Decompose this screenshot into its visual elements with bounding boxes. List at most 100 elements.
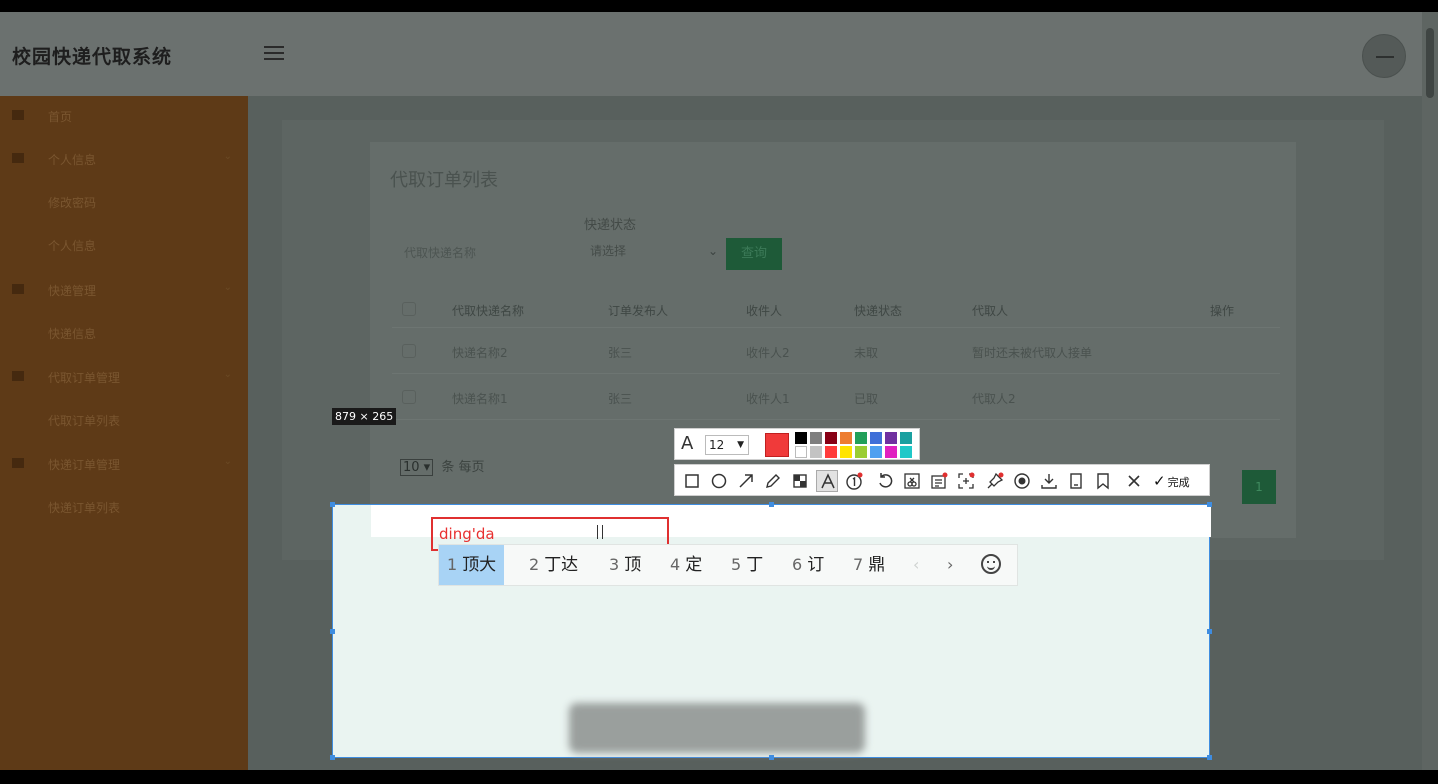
candidate-text: 顶大 xyxy=(462,555,497,575)
page-button[interactable]: 1 xyxy=(1242,470,1276,504)
color-swatch[interactable] xyxy=(855,446,867,458)
download-icon[interactable] xyxy=(1038,470,1060,492)
page-scrollbar[interactable] xyxy=(1422,12,1438,770)
status-select[interactable]: 请选择 ⌄ xyxy=(590,242,718,268)
ime-candidate[interactable]: 5丁 xyxy=(731,545,763,585)
resize-handle[interactable] xyxy=(330,629,335,634)
color-swatch[interactable] xyxy=(825,432,837,444)
color-swatch[interactable] xyxy=(885,432,897,444)
record-icon[interactable] xyxy=(1011,470,1033,492)
cell-publisher: 张三 xyxy=(608,346,633,360)
capture-selection[interactable]: ding'da xyxy=(330,502,1212,760)
ellipse-icon[interactable] xyxy=(708,470,730,492)
candidate-text: 丁 xyxy=(746,555,764,575)
sidebar-item-express-info[interactable]: 快递信息 xyxy=(0,313,248,353)
resize-handle[interactable] xyxy=(330,502,335,507)
color-swatch[interactable] xyxy=(840,446,852,458)
close-icon[interactable] xyxy=(1123,470,1145,492)
resize-handle[interactable] xyxy=(1207,502,1212,507)
copy-icon[interactable] xyxy=(1065,470,1087,492)
ime-candidate[interactable]: 6订 xyxy=(792,545,824,585)
column-header: 快递状态 xyxy=(854,304,903,318)
list-icon xyxy=(12,371,24,381)
sidebar-group-pickup-orders[interactable]: 代取订单管理 ⌄ xyxy=(0,357,248,397)
done-button[interactable]: ✓ 完成 xyxy=(1153,470,1190,492)
bookmark-icon[interactable] xyxy=(1092,470,1114,492)
color-swatch[interactable] xyxy=(825,446,837,458)
sidebar-item-express-order-list[interactable]: 快递订单列表 xyxy=(0,487,248,527)
sidebar-item-change-password[interactable]: 修改密码 xyxy=(0,182,248,222)
color-swatch[interactable] xyxy=(900,446,912,458)
sidebar-item-label: 快递订单管理 xyxy=(48,458,121,472)
ocr-icon[interactable] xyxy=(928,470,950,492)
done-label: 完成 xyxy=(1167,476,1190,489)
color-swatch[interactable] xyxy=(885,446,897,458)
row-checkbox[interactable] xyxy=(402,390,416,404)
ime-candidate-bar: 1 顶大 2 丁达 3顶 4定 5丁 6订 7鼎 ‹ › xyxy=(438,544,1018,586)
ime-candidate[interactable]: 1 顶大 xyxy=(439,545,505,585)
row-checkbox[interactable] xyxy=(402,344,416,358)
sidebar-group-profile[interactable]: 个人信息 ⌄ xyxy=(0,139,248,179)
ime-next-icon[interactable]: › xyxy=(947,545,953,585)
resize-handle[interactable] xyxy=(1207,755,1212,760)
ime-candidate[interactable]: 3顶 xyxy=(609,545,641,585)
number-marker-icon[interactable] xyxy=(843,470,865,492)
ime-candidate[interactable]: 4定 xyxy=(670,545,702,585)
column-header: 订单发布人 xyxy=(608,304,669,318)
ime-candidate[interactable]: 2 丁达 xyxy=(529,545,578,585)
sidebar-group-express[interactable]: 快递管理 ⌄ xyxy=(0,270,248,310)
candidate-text: 顶 xyxy=(624,555,642,575)
list-icon xyxy=(12,458,24,468)
sidebar-item-label: 快递管理 xyxy=(48,284,97,298)
color-swatch[interactable] xyxy=(855,432,867,444)
sidebar-item-pickup-order-list[interactable]: 代取订单列表 xyxy=(0,400,248,440)
scroll-thumb[interactable] xyxy=(1426,28,1434,98)
blurred-region xyxy=(569,703,865,753)
chevron-icon: ⌄ xyxy=(223,456,232,467)
user-avatar[interactable] xyxy=(1362,34,1406,78)
color-swatch[interactable] xyxy=(900,432,912,444)
ime-prev-icon[interactable]: ‹ xyxy=(913,545,919,585)
color-swatch[interactable] xyxy=(840,432,852,444)
current-color-swatch[interactable] xyxy=(765,433,789,457)
sidebar-item-label: 代取订单列表 xyxy=(48,414,121,428)
column-header: 代取人 xyxy=(972,304,1009,318)
resize-handle[interactable] xyxy=(1207,629,1212,634)
query-button[interactable]: 查询 xyxy=(726,238,782,270)
color-swatch[interactable] xyxy=(795,446,807,458)
list-icon xyxy=(12,153,24,163)
cell-name: 快递名称1 xyxy=(452,392,508,406)
page-size-select[interactable]: 10 ▾ xyxy=(400,459,434,476)
mosaic-icon[interactable] xyxy=(789,470,811,492)
color-swatch[interactable] xyxy=(870,432,882,444)
candidate-number: 4 xyxy=(670,555,681,574)
candidate-number: 1 xyxy=(447,555,458,574)
arrow-icon[interactable] xyxy=(735,470,757,492)
cell-status: 未取 xyxy=(854,346,879,360)
sidebar-item-profile[interactable]: 个人信息 xyxy=(0,225,248,265)
color-swatch[interactable] xyxy=(810,446,822,458)
chevron-icon: ⌄ xyxy=(223,282,232,293)
rectangle-icon[interactable] xyxy=(681,470,703,492)
emoji-icon[interactable] xyxy=(981,554,1001,574)
color-swatch[interactable] xyxy=(870,446,882,458)
pin-icon[interactable] xyxy=(984,470,1006,492)
undo-icon[interactable] xyxy=(874,470,896,492)
ime-candidate[interactable]: 7鼎 xyxy=(853,545,885,585)
long-screenshot-icon[interactable] xyxy=(955,470,977,492)
sidebar-group-express-orders[interactable]: 快递订单管理 ⌄ xyxy=(0,444,248,484)
sidebar-item-home[interactable]: 首页 xyxy=(0,96,248,136)
scissors-icon[interactable] xyxy=(901,470,923,492)
resize-handle[interactable] xyxy=(330,755,335,760)
color-swatch[interactable] xyxy=(810,432,822,444)
menu-toggle-icon[interactable] xyxy=(264,46,284,62)
select-all-checkbox[interactable] xyxy=(402,302,416,316)
resize-handle[interactable] xyxy=(769,502,774,507)
candidate-number: 5 xyxy=(731,555,742,574)
search-input[interactable]: 代取快递名称 xyxy=(404,244,554,266)
pen-icon[interactable] xyxy=(762,470,784,492)
text-icon[interactable] xyxy=(816,470,838,492)
resize-handle[interactable] xyxy=(769,755,774,760)
font-size-select[interactable]: 12 ▼ xyxy=(705,435,749,455)
color-swatch[interactable] xyxy=(795,432,807,444)
